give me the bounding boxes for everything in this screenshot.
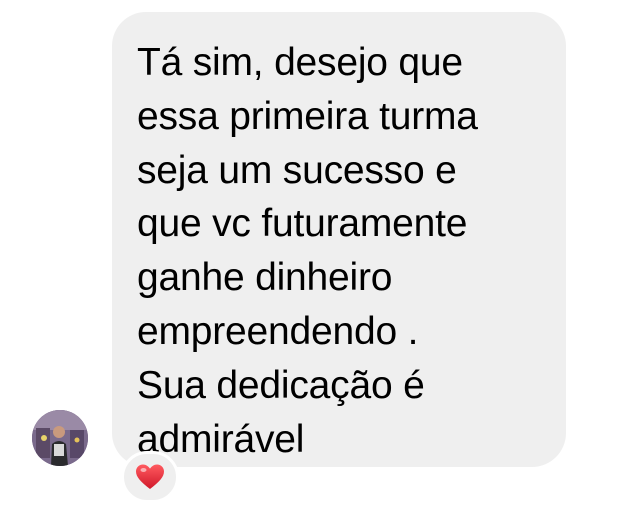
message-line: que vc futuramente [137, 202, 468, 246]
message-bubble[interactable]: Tá sim, desejo que essa primeira turma s… [112, 12, 566, 467]
message-text: Tá sim, desejo que essa primeira turma s… [137, 36, 557, 466]
message-line: ganhe dinheiro [137, 256, 393, 300]
message-line: admirável [137, 417, 305, 461]
message-line: Tá sim, desejo que [137, 41, 463, 84]
message-line: seja um sucesso e [137, 148, 457, 192]
chat-screen: Tá sim, desejo que essa primeira turma s… [0, 0, 640, 511]
message-line: empreendendo . [137, 309, 419, 353]
reaction-badge[interactable] [121, 451, 179, 503]
heart-icon [136, 464, 164, 489]
avatar[interactable] [32, 410, 88, 466]
message-line: essa primeira turma [137, 94, 478, 138]
message-line: Sua dedicação é [137, 363, 425, 407]
avatar-photo [32, 410, 88, 466]
